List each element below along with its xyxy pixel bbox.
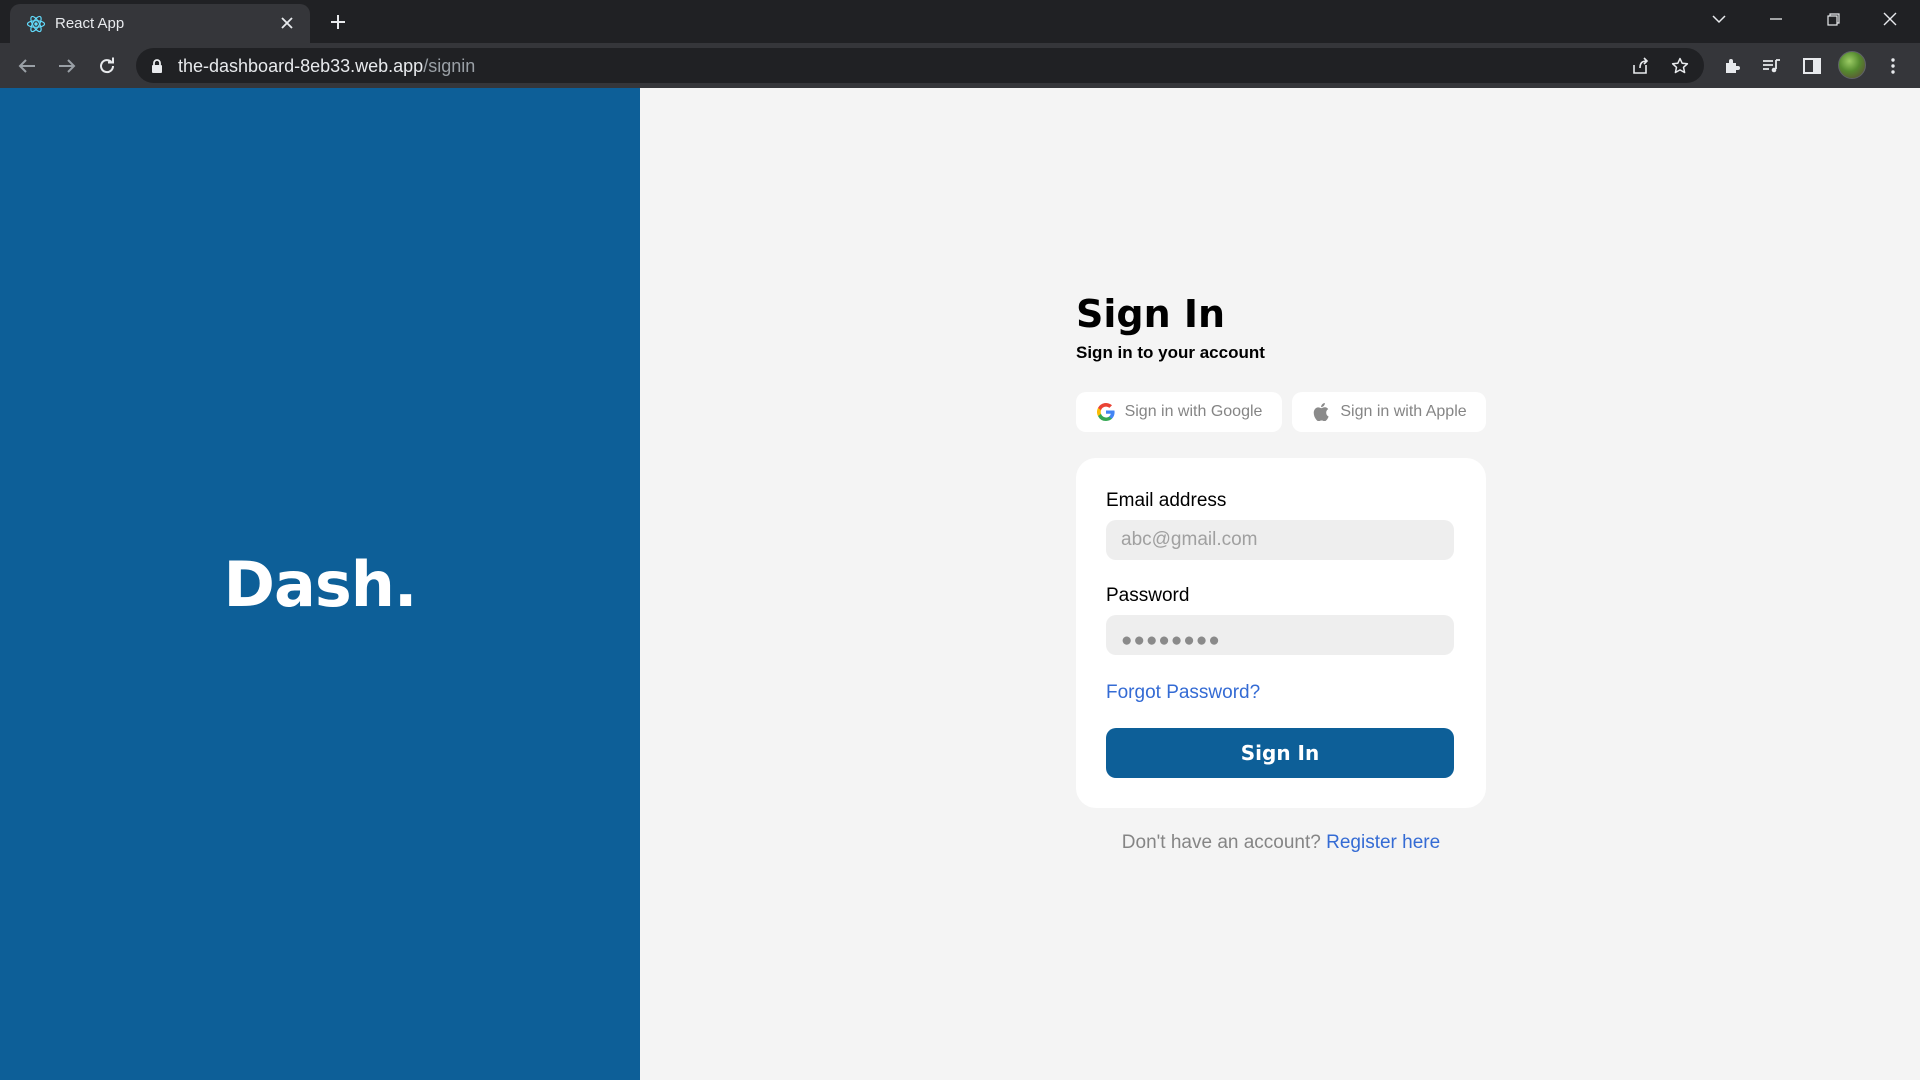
address-bar[interactable]: the-dashboard-8eb33.web.app/signin	[136, 48, 1704, 83]
media-control-icon[interactable]	[1757, 51, 1787, 81]
share-icon[interactable]	[1627, 53, 1653, 79]
page-title: Sign In	[1076, 292, 1226, 336]
close-tab-icon[interactable]	[276, 12, 298, 34]
side-panel-icon[interactable]	[1797, 51, 1827, 81]
extensions-icon[interactable]	[1717, 51, 1747, 81]
lock-icon[interactable]	[150, 58, 164, 74]
register-row: Don't have an account? Register here	[1076, 832, 1486, 854]
apple-signin-button[interactable]: Sign in with Apple	[1292, 392, 1486, 432]
apple-icon	[1311, 402, 1331, 422]
page: Dash. Sign In Sign in to your account Si…	[0, 88, 1920, 1080]
profile-avatar[interactable]	[1838, 51, 1866, 79]
google-signin-button[interactable]: Sign in with Google	[1076, 392, 1282, 432]
register-prompt: Don't have an account?	[1121, 832, 1321, 853]
tab-search-icon[interactable]	[1696, 4, 1742, 34]
google-icon	[1096, 402, 1116, 422]
email-field[interactable]	[1106, 520, 1454, 560]
email-label: Email address	[1106, 490, 1227, 511]
page-subtitle: Sign in to your account	[1076, 343, 1265, 362]
back-icon[interactable]	[11, 50, 43, 82]
forgot-password-link[interactable]: Forgot Password?	[1106, 682, 1260, 704]
bookmark-star-icon[interactable]	[1667, 53, 1693, 79]
browser-tabstrip: React App	[0, 0, 1920, 43]
forward-icon[interactable]	[51, 50, 83, 82]
password-label: Password	[1106, 585, 1190, 606]
apple-signin-label: Sign in with Apple	[1340, 403, 1467, 420]
tab-title: React App	[55, 15, 125, 32]
url-text[interactable]: the-dashboard-8eb33.web.app/signin	[178, 56, 475, 77]
reload-icon[interactable]	[91, 50, 123, 82]
react-icon	[26, 14, 46, 34]
signin-form-card: Email address Password ●●●●●●●● Forgot P…	[1076, 458, 1486, 808]
more-menu-icon[interactable]	[1878, 51, 1908, 81]
brand-panel: Dash.	[0, 88, 640, 1080]
new-tab-icon[interactable]	[324, 8, 352, 36]
url-host: the-dashboard-8eb33.web.app	[178, 56, 424, 76]
register-link[interactable]: Register here	[1326, 832, 1440, 853]
url-path: /signin	[423, 56, 476, 76]
minimize-icon[interactable]	[1753, 4, 1799, 34]
signin-submit-button[interactable]: Sign In	[1106, 728, 1454, 778]
brand-logo: Dash.	[223, 548, 418, 621]
browser-tab[interactable]: React App	[10, 4, 310, 43]
browser-toolbar: the-dashboard-8eb33.web.app/signin	[0, 43, 1920, 88]
close-window-icon[interactable]	[1867, 4, 1913, 34]
password-field[interactable]	[1106, 615, 1454, 655]
restore-icon[interactable]	[1810, 4, 1856, 34]
google-signin-label: Sign in with Google	[1124, 403, 1263, 420]
